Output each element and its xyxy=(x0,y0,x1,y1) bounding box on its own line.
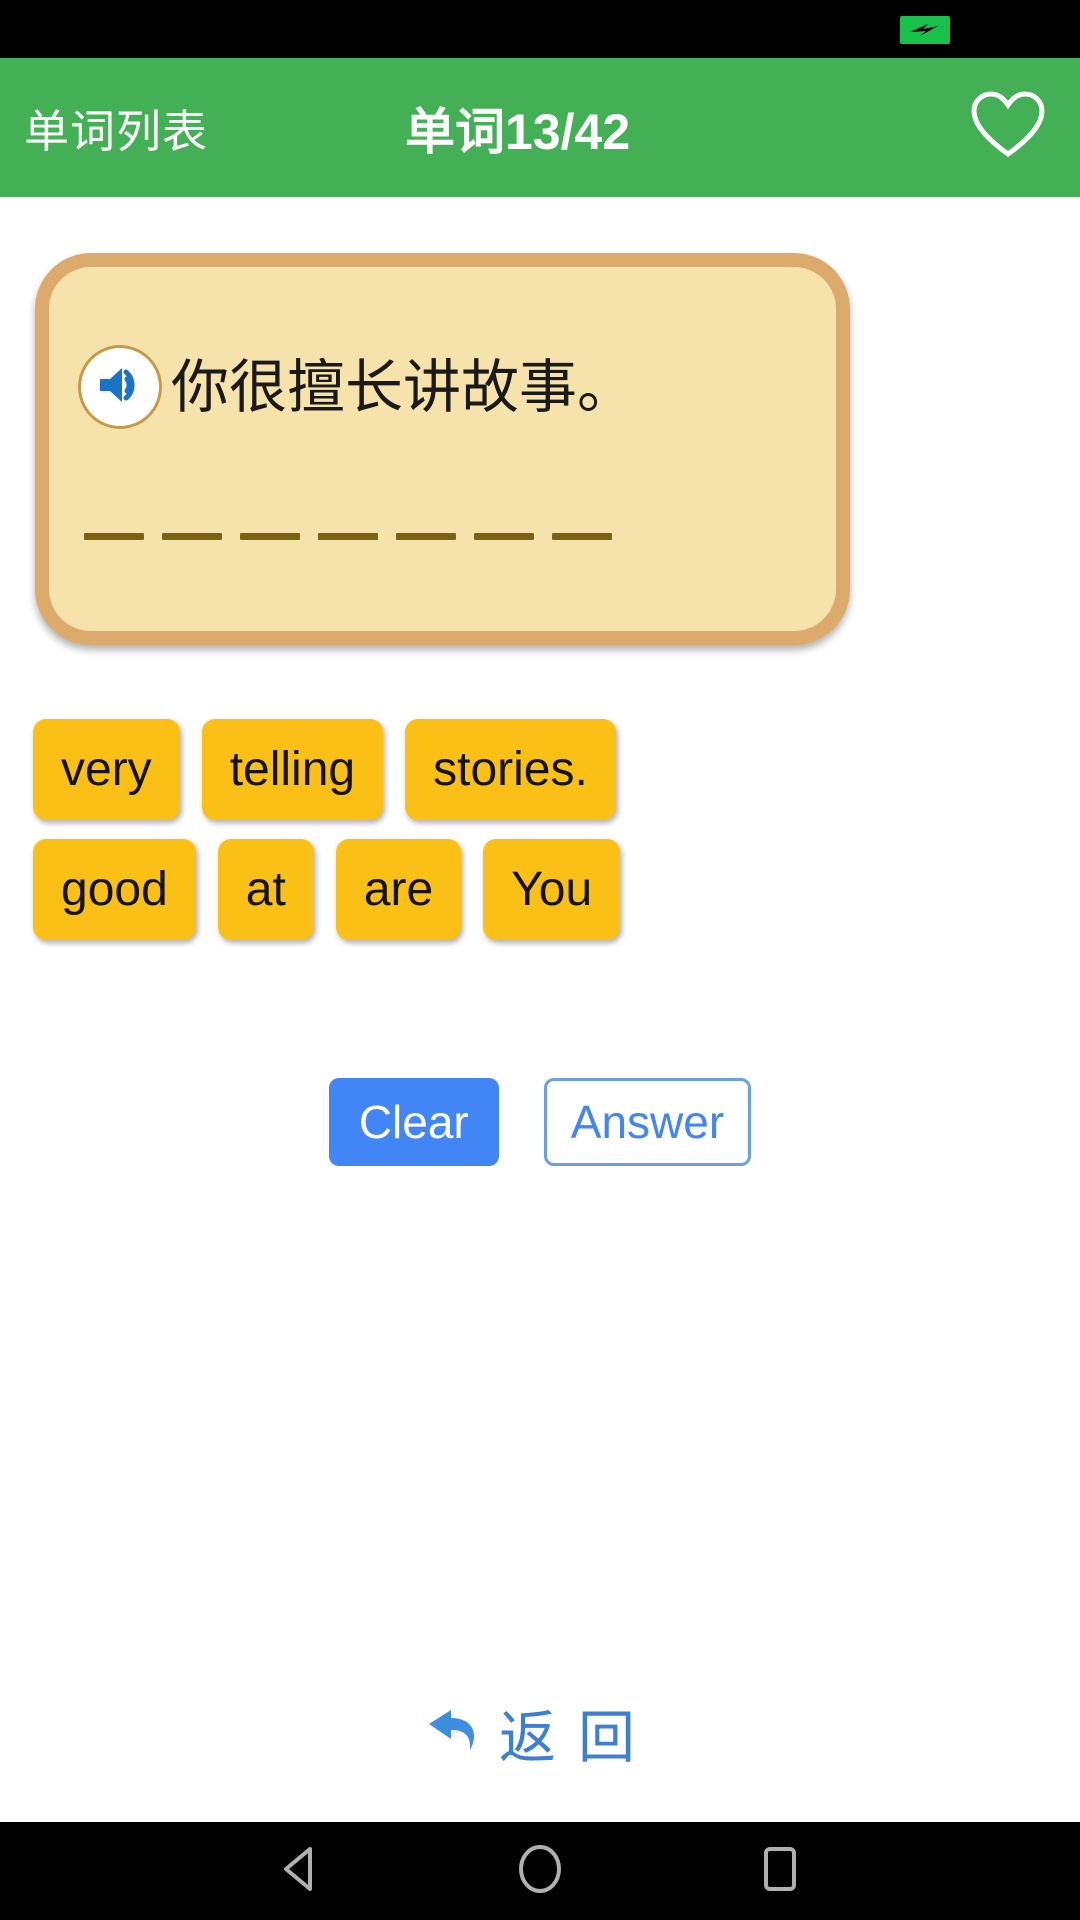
heart-icon xyxy=(970,90,1046,165)
nav-home-button[interactable] xyxy=(495,1826,585,1916)
battery-charging-icon xyxy=(900,16,950,44)
undo-arrow-icon xyxy=(423,1702,485,1765)
square-recents-icon xyxy=(762,1845,798,1898)
blank-slot[interactable] xyxy=(396,533,456,540)
circle-home-icon xyxy=(517,1844,563,1899)
word-tile[interactable]: telling xyxy=(201,719,384,820)
blank-slot[interactable] xyxy=(552,533,612,540)
back-label: 返回 xyxy=(499,1705,657,1771)
word-tiles: very telling stories. good at are You xyxy=(33,719,1047,959)
word-tile[interactable]: You xyxy=(483,839,621,940)
blank-slot[interactable] xyxy=(240,533,300,540)
question-card: 你很擅长讲故事。 xyxy=(35,253,850,645)
status-bar xyxy=(0,0,1080,58)
answer-blanks[interactable] xyxy=(84,533,612,540)
nav-back-button[interactable] xyxy=(255,1826,345,1916)
android-nav-bar xyxy=(0,1822,1080,1920)
blank-slot[interactable] xyxy=(84,533,144,540)
word-tile[interactable]: stories. xyxy=(405,719,616,820)
speaker-icon xyxy=(94,359,146,416)
answer-button[interactable]: Answer xyxy=(543,1078,752,1166)
word-tile[interactable]: very xyxy=(33,719,180,820)
word-tile-row: very telling stories. xyxy=(33,719,1047,820)
word-tile[interactable]: are xyxy=(335,839,462,940)
triangle-back-icon xyxy=(280,1846,320,1897)
page-title: 单词13/42 xyxy=(405,103,631,160)
play-audio-button[interactable] xyxy=(78,345,162,429)
blank-slot[interactable] xyxy=(162,533,222,540)
back-link[interactable]: 返回 xyxy=(0,1692,1080,1774)
app-bar: 单词列表 单词13/42 xyxy=(0,58,1080,197)
word-tile[interactable]: at xyxy=(217,839,314,940)
blank-slot[interactable] xyxy=(474,533,534,540)
word-tile-row: good at are You xyxy=(33,839,1047,940)
clear-button[interactable]: Clear xyxy=(328,1078,499,1166)
favorite-button[interactable] xyxy=(966,86,1050,170)
word-tile[interactable]: good xyxy=(33,839,196,940)
word-list-back-button[interactable]: 单词列表 xyxy=(24,95,208,160)
blank-slot[interactable] xyxy=(318,533,378,540)
nav-recents-button[interactable] xyxy=(735,1826,825,1916)
question-sentence: 你很擅长讲故事。 xyxy=(171,353,636,421)
action-buttons: Clear Answer xyxy=(0,1078,1080,1166)
